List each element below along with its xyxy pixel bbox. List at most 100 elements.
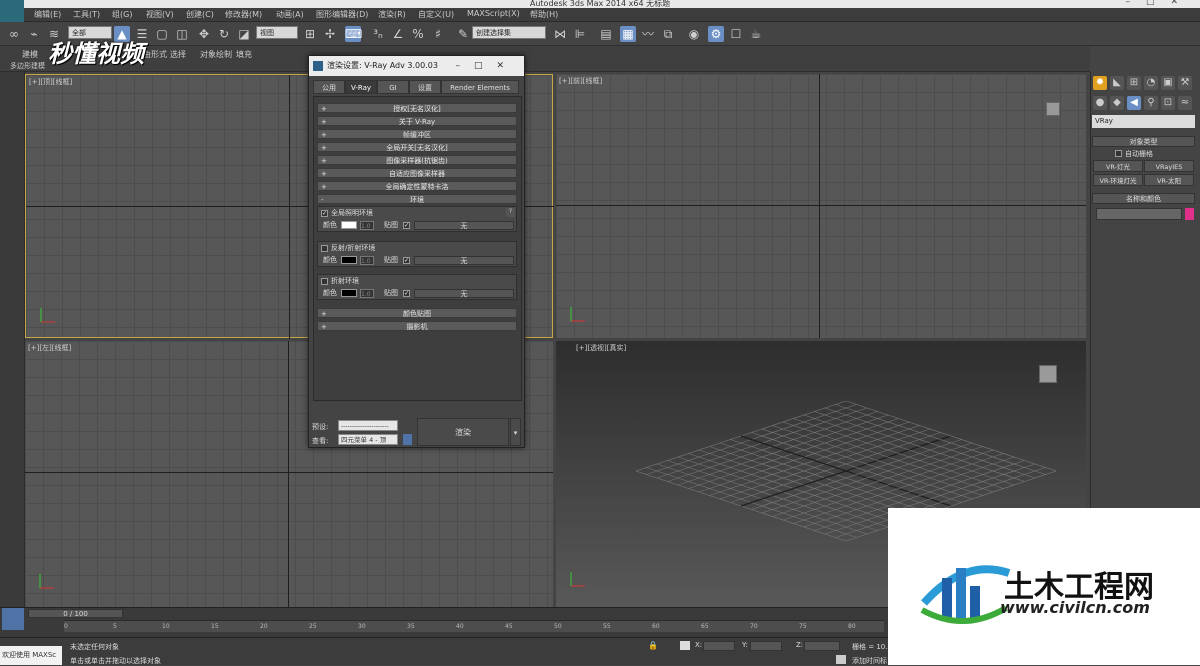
percent-snap-icon[interactable]: %	[410, 26, 426, 42]
gi-env-map-button[interactable]: 无	[414, 221, 514, 230]
rollout-adaptive-sampler[interactable]: + 自适应图像采样器	[317, 168, 517, 178]
maxscript-listener[interactable]: 欢迎使用 MAXSc	[0, 646, 62, 665]
rect-selection-icon[interactable]: ▢	[154, 26, 170, 42]
keyboard-shortcut-icon[interactable]: ⌨	[345, 26, 362, 42]
track-bar[interactable]: 0510152025303540455055606570758085	[64, 620, 905, 632]
graphite-toggle-icon[interactable]: ▦	[620, 26, 636, 42]
lock-icon[interactable]: 🔒	[648, 641, 658, 650]
rollout-license[interactable]: + 授权[无名汉化]	[317, 103, 517, 113]
shapes-icon[interactable]: ◆	[1110, 96, 1124, 110]
dialog-title-bar[interactable]: 渲染设置: V-Ray Adv 3.00.03 –□✕	[309, 56, 524, 76]
refr-env-multiplier[interactable]: 1.0	[360, 289, 374, 298]
object-color-swatch[interactable]	[1185, 208, 1194, 220]
render-dropdown-arrow[interactable]: ▾	[510, 418, 521, 446]
viewcube-icon[interactable]	[1039, 365, 1057, 383]
tab-gi[interactable]: GI	[377, 80, 409, 94]
app-logo-icon[interactable]	[0, 0, 24, 22]
viewport-persp-label[interactable]: [+][透视][真实]	[576, 343, 626, 353]
render-setup-icon[interactable]: ⚙	[708, 26, 724, 42]
viewport-top-label[interactable]: [+][顶][线框]	[29, 77, 72, 87]
snaps-3d-icon[interactable]: ³ₙ	[370, 26, 386, 42]
tab-vray[interactable]: V-Ray	[345, 80, 377, 94]
menu-maxscript[interactable]: MAXScript(X)	[467, 9, 520, 18]
spinner-snap-icon[interactable]: ♯	[430, 26, 446, 42]
vrayies-button[interactable]: VRayIES	[1144, 160, 1194, 172]
time-tag-icon[interactable]	[836, 655, 846, 664]
link-icon[interactable]: ∞	[6, 26, 22, 42]
refl-env-map-checkbox[interactable]: ✓	[403, 257, 410, 264]
refr-env-color-swatch[interactable]	[341, 289, 357, 297]
viewport-layout-icon[interactable]	[2, 608, 24, 630]
menu-rendering[interactable]: 渲染(R)	[378, 9, 406, 20]
rollout-camera[interactable]: + 摄影机	[317, 321, 517, 331]
rollout-dmc[interactable]: + 全局确定性蒙特卡洛	[317, 181, 517, 191]
refl-env-color-swatch[interactable]	[341, 256, 357, 264]
menu-help[interactable]: 帮助(H)	[530, 9, 558, 20]
help-icon[interactable]: ?	[506, 208, 515, 217]
menu-edit[interactable]: 编辑(E)	[34, 9, 61, 20]
rollout-about[interactable]: + 关于 V-Ray	[317, 116, 517, 126]
menu-tools[interactable]: 工具(T)	[73, 9, 100, 20]
curve-editor-icon[interactable]: 〰	[640, 26, 656, 42]
lights-icon[interactable]: ◀	[1127, 96, 1141, 110]
vr-sun-button[interactable]: VR-太阳	[1144, 174, 1194, 186]
gi-env-checkbox[interactable]: ✓	[321, 210, 328, 217]
ribbon-tab-object-paint[interactable]: 对象绘制	[200, 49, 232, 60]
rollout-image-sampler[interactable]: + 图像采样器(抗锯齿)	[317, 155, 517, 165]
dialog-window-controls[interactable]: –□✕	[455, 56, 518, 76]
hierarchy-tab-icon[interactable]: ⊞	[1127, 76, 1141, 90]
utilities-tab-icon[interactable]: ⚒	[1178, 76, 1192, 90]
object-name-field[interactable]	[1096, 208, 1182, 220]
refr-env-map-button[interactable]: 无	[414, 289, 514, 298]
menu-customize[interactable]: 自定义(U)	[418, 9, 454, 20]
rollout-color-mapping[interactable]: + 颜色贴图	[317, 308, 517, 318]
preset-dropdown[interactable]: ----------------------	[338, 420, 398, 431]
scale-icon[interactable]: ◪	[236, 26, 252, 42]
menu-graph-editors[interactable]: 图形编辑器(D)	[316, 9, 368, 20]
menu-create[interactable]: 创建(C)	[186, 9, 214, 20]
align-icon[interactable]: ⊫	[572, 26, 588, 42]
tab-render-elements[interactable]: Render Elements	[441, 80, 519, 94]
render-production-icon[interactable]: ☕	[748, 26, 764, 42]
rendered-frame-icon[interactable]: ☐	[728, 26, 744, 42]
ref-coord-dropdown[interactable]: 视图	[256, 26, 298, 39]
rollout-global-switches[interactable]: + 全局开关[无名汉化]	[317, 142, 517, 152]
cameras-icon[interactable]: ⚲	[1144, 96, 1158, 110]
window-crossing-icon[interactable]: ◫	[174, 26, 190, 42]
gi-env-map-checkbox[interactable]: ✓	[403, 222, 410, 229]
manipulate-icon[interactable]: ✢	[322, 26, 338, 42]
schematic-view-icon[interactable]: ⧉	[660, 26, 676, 42]
modify-tab-icon[interactable]: ◣	[1110, 76, 1124, 90]
viewport-left-label[interactable]: [+][左][线框]	[28, 343, 71, 353]
autogrid-checkbox[interactable]	[1115, 150, 1122, 157]
name-color-rollout[interactable]: 名称和颜色	[1092, 193, 1195, 204]
material-editor-icon[interactable]: ◉	[686, 26, 702, 42]
geometry-icon[interactable]: ●	[1093, 96, 1107, 110]
ribbon-tab-selection[interactable]: 选择	[170, 49, 186, 60]
pivot-icon[interactable]: ⊞	[302, 26, 318, 42]
edit-named-sel-icon[interactable]: ✎	[455, 26, 471, 42]
ribbon-tab-populate[interactable]: 填充	[236, 49, 252, 60]
rotate-icon[interactable]: ↻	[216, 26, 232, 42]
z-coord-field[interactable]	[804, 641, 840, 651]
viewport-front[interactable]: [+][前][线框]	[556, 74, 1086, 338]
refl-env-checkbox[interactable]	[321, 245, 328, 252]
tab-settings[interactable]: 设置	[409, 80, 441, 94]
motion-tab-icon[interactable]: ◔	[1144, 76, 1158, 90]
named-selection-dropdown[interactable]: 创建选择集	[472, 26, 546, 39]
refl-env-map-button[interactable]: 无	[414, 256, 514, 265]
rollout-frame-buffer[interactable]: + 帧缓冲区	[317, 129, 517, 139]
refr-env-checkbox[interactable]	[321, 278, 328, 285]
layer-manager-icon[interactable]: ▤	[598, 26, 614, 42]
refl-env-multiplier[interactable]: 1.0	[360, 256, 374, 265]
display-tab-icon[interactable]: ▣	[1161, 76, 1175, 90]
view-dropdown[interactable]: 四元菜单 4 - 顶	[338, 434, 398, 445]
viewcube-icon[interactable]	[1046, 102, 1060, 116]
gi-env-multiplier[interactable]: 1.0	[360, 221, 374, 230]
vr-light-button[interactable]: VR-灯光	[1093, 160, 1143, 172]
angle-snap-icon[interactable]: ∠	[390, 26, 406, 42]
rollout-environment[interactable]: - 环境	[317, 194, 517, 204]
unlink-icon[interactable]: ⌁	[26, 26, 42, 42]
menu-group[interactable]: 组(G)	[112, 9, 132, 20]
time-slider[interactable]: 0 / 100	[28, 609, 123, 618]
